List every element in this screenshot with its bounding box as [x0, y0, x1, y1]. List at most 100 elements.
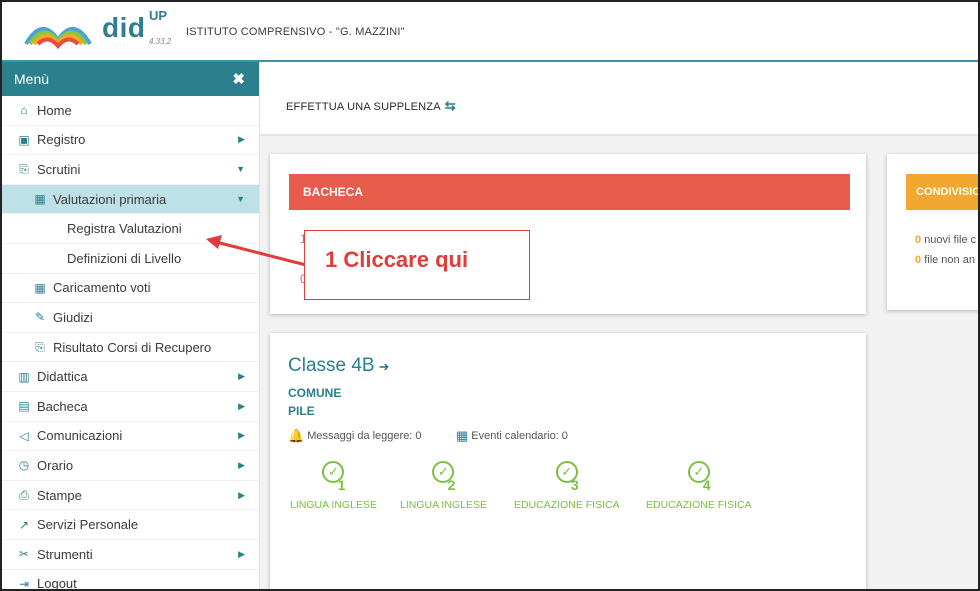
new-files-line[interactable]: 0 nuovi file c [915, 234, 976, 246]
effettua-supplenza-link[interactable]: EFFETTUA UNA SUPPLENZA ⇆ [286, 98, 456, 114]
classe-title-link[interactable]: Classe 4B ➜ [288, 355, 390, 377]
sidebar-item-label: Caricamento voti [53, 280, 151, 296]
subject-name: EDUCAZIONE FISICA [646, 499, 752, 511]
condivisione-header[interactable]: CONDIVISIONE [906, 174, 978, 210]
chevron-right-icon: ▶ [238, 459, 245, 470]
sidebar-item-strumenti[interactable]: ✂ Strumenti ▶ [2, 540, 259, 570]
sidebar-item-label: Logout [37, 576, 77, 591]
new-files-count: 0 [915, 234, 922, 246]
printer-icon: ⎙ [19, 487, 29, 502]
close-menu-icon[interactable]: ✖ [232, 70, 245, 88]
classe-subtitle-1: COMUNE [288, 386, 342, 400]
megaphone-icon: ◁ [19, 428, 29, 443]
swap-icon: ⇆ [444, 98, 456, 113]
sidebar-item-registro[interactable]: ▣ Registro ▶ [2, 126, 259, 156]
sidebar-item-giudizi[interactable]: ✎ Giudizi [2, 303, 259, 333]
sidebar-item-bacheca[interactable]: ▤ Bacheca ▶ [2, 392, 259, 422]
sidebar-item-label: Registro [37, 132, 86, 148]
sidebar-item-risultato-corsi[interactable]: ⎘ Risultato Corsi di Recupero [2, 333, 259, 363]
sidebar-item-label: Scrutini [37, 161, 81, 177]
annotation-text: 1 Cliccare qui [325, 247, 469, 272]
main-content: EFFETTUA UNA SUPPLENZA⇆ BACHECA 1 0 COND… [260, 62, 978, 589]
app-window: did UP 4.33.2 ISTITUTO COMPRENSIVO - "G.… [0, 0, 980, 591]
subject-number: 1 [337, 477, 346, 493]
clock-icon: ◷ [18, 458, 30, 473]
sidebar-item-label: Giudizi [53, 309, 93, 325]
chevron-right-icon: ▶ [238, 400, 245, 411]
sidebar-item-label: Home [37, 102, 72, 118]
chevron-right-icon: ▶ [238, 134, 245, 145]
brand-name: did [102, 12, 146, 43]
subject-item[interactable]: ✓ 1 LINGUA INGLESE [290, 461, 377, 511]
unread-files-count: 0 [915, 254, 922, 266]
sidebar-item-scrutini[interactable]: ⎘ Scrutini ▼ [2, 155, 259, 185]
sidebar-item-home[interactable]: ⌂ Home [2, 96, 259, 126]
annotation-callout: 1 Cliccare qui [304, 230, 530, 300]
new-files-text: nuovi file c [924, 234, 977, 246]
classe-card: Classe 4B ➜ COMUNE PILE 🔔 Messaggi da leg… [270, 333, 866, 589]
sidebar-item-didattica[interactable]: ▥ Didattica ▶ [2, 362, 259, 392]
sidebar-item-valutazioni-primaria[interactable]: ▦ Valutazioni primaria ▼ [2, 184, 259, 215]
sidebar-item-label: Servizi Personale [37, 517, 139, 533]
messaggi-da-leggere[interactable]: 🔔 Messaggi da leggere: 0 [288, 428, 422, 444]
subject-number: 2 [447, 477, 456, 493]
logout-icon: ⇥ [18, 576, 30, 591]
document-export-icon: ⎘ [35, 339, 45, 354]
edit-icon: ✎ [34, 310, 46, 325]
grid-icon: ▦ [34, 192, 46, 207]
sidebar-menu: Menù ✖ ⌂ Home ▣ Registro ▶ ⎘ Scrutini ▼ … [2, 62, 260, 591]
sidebar-item-caricamento-voti[interactable]: ▦ Caricamento voti [2, 274, 259, 304]
sidebar-item-logout[interactable]: ⇥ Logout [2, 570, 259, 591]
unread-files-line[interactable]: 0 file non an [915, 254, 975, 266]
supplenza-label: EFFETTUA UNA SUPPLENZA [286, 101, 441, 113]
sidebar-item-label: Valutazioni primaria [53, 191, 167, 207]
sidebar-item-label: Bacheca [37, 398, 88, 414]
home-icon: ⌂ [20, 103, 28, 118]
subject-name: EDUCAZIONE FISICA [514, 499, 620, 511]
brand-sup: UP [149, 8, 168, 23]
messaggi-label: Messaggi da leggere: 0 [307, 430, 422, 442]
sidebar-item-label: Definizioni di Livello [67, 250, 182, 266]
sidebar-item-label: Strumenti [37, 546, 93, 562]
sidebar-item-stampe[interactable]: ⎙ Stampe ▶ [2, 481, 259, 511]
classe-subtitle-2: PILE [288, 404, 315, 418]
sidebar-item-label: Comunicazioni [37, 428, 123, 444]
chevron-right-icon: ▶ [238, 548, 245, 559]
sidebar-item-label: Orario [37, 457, 74, 473]
unread-files-text: file non an [924, 254, 975, 266]
bulletin-board-icon: ▤ [18, 399, 30, 414]
chevron-down-icon: ▼ [236, 194, 245, 205]
app-header: did UP 4.33.2 ISTITUTO COMPRENSIVO - "G.… [2, 2, 978, 62]
chevron-right-icon: ▶ [238, 489, 245, 500]
menu-title: Menù [14, 71, 50, 87]
app-version: 4.33.2 [149, 37, 172, 46]
menu-header: Menù ✖ [2, 62, 259, 96]
sidebar-item-label: Didattica [37, 369, 88, 385]
bacheca-header[interactable]: BACHECA [289, 174, 850, 210]
subject-item[interactable]: ✓ 4 EDUCAZIONE FISICA [646, 461, 752, 511]
annotation-arrow-icon [206, 235, 307, 267]
chevron-down-icon: ▼ [236, 164, 245, 175]
document-export-icon: ⎘ [19, 161, 29, 176]
external-link-icon: ↗ [18, 517, 30, 532]
sign-in-icon: ➜ [378, 359, 390, 374]
sidebar-item-label: Stampe [37, 487, 82, 503]
calendar-icon: ▦ [456, 428, 469, 443]
calendar-check-icon: ▣ [18, 132, 30, 147]
sidebar-item-label: Risultato Corsi di Recupero [53, 339, 212, 355]
top-action-bar: EFFETTUA UNA SUPPLENZA ⇆ [260, 62, 978, 136]
classe-title: Classe 4B [288, 355, 375, 376]
grid-icon: ▦ [34, 280, 46, 295]
eventi-label: Eventi calendario: 0 [471, 430, 568, 442]
sidebar-item-label: Registra Valutazioni [67, 221, 182, 237]
school-name: ISTITUTO COMPRENSIVO - "G. MAZZINI" [186, 26, 405, 38]
sidebar-item-orario[interactable]: ◷ Orario ▶ [2, 451, 259, 481]
subject-name: LINGUA INGLESE [290, 499, 377, 511]
eventi-calendario[interactable]: ▦ Eventi calendario: 0 [456, 428, 568, 444]
chevron-right-icon: ▶ [238, 430, 245, 441]
sidebar-item-servizi-personale[interactable]: ↗ Servizi Personale [2, 510, 259, 540]
subject-item[interactable]: ✓ 3 EDUCAZIONE FISICA [514, 461, 620, 511]
subject-item[interactable]: ✓ 2 LINGUA INGLESE [400, 461, 487, 511]
subject-number: 4 [702, 477, 711, 493]
sidebar-item-comunicazioni[interactable]: ◁ Comunicazioni ▶ [2, 422, 259, 452]
